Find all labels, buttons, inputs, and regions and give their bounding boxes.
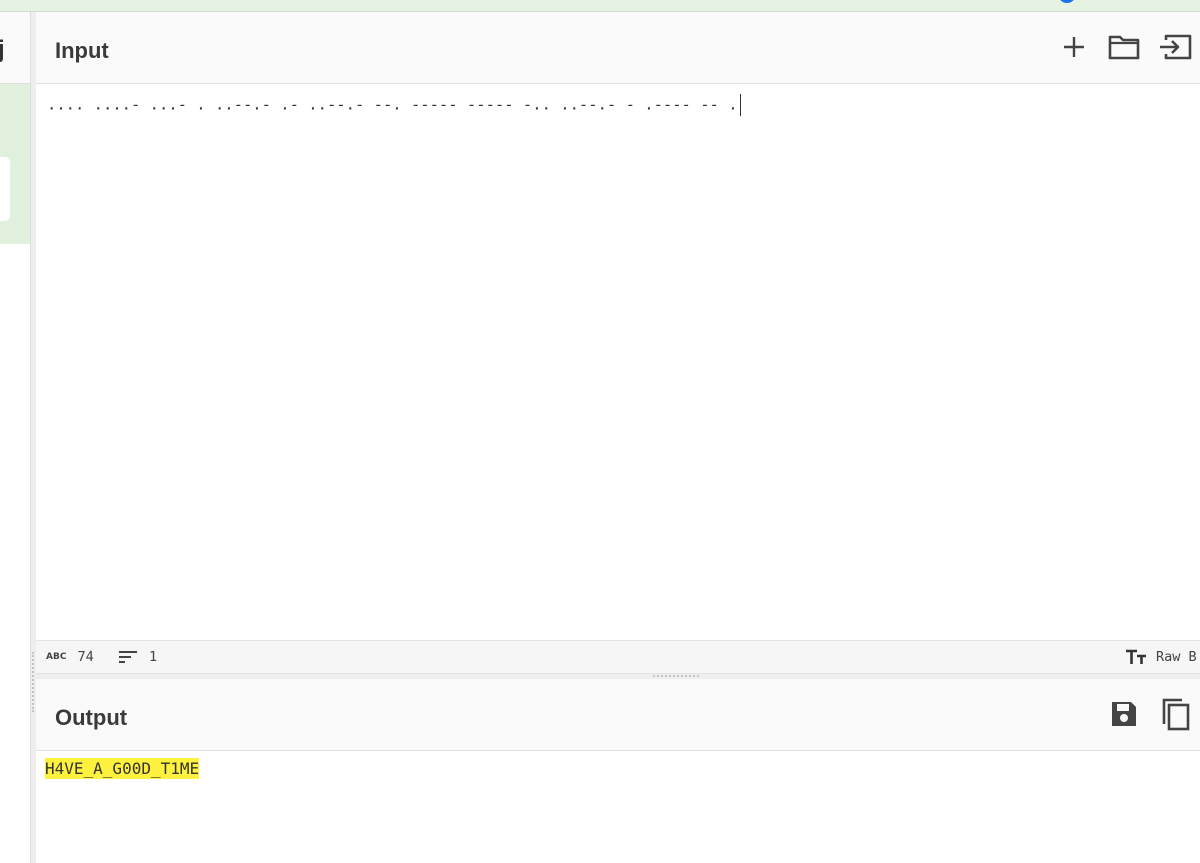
operation-card[interactable]	[0, 157, 10, 221]
abc-icon: ABC	[46, 652, 67, 662]
operations-header: j	[0, 12, 30, 84]
input-header: Input	[36, 12, 1200, 84]
format-label: Raw B	[1156, 649, 1197, 665]
input-arrow-icon	[1160, 34, 1192, 60]
copy-icon	[1162, 698, 1190, 731]
operations-panel: j	[0, 12, 30, 863]
input-title: Input	[55, 38, 109, 63]
top-banner	[0, 0, 1200, 12]
gear-icon[interactable]	[1053, 0, 1081, 8]
input-status-bar: ABC 74 1 Raw B	[36, 640, 1200, 673]
output-header: Output	[36, 679, 1200, 751]
text-caret	[739, 94, 741, 116]
lines-icon	[119, 651, 137, 663]
line-count-value: 1	[149, 649, 158, 665]
output-title: Output	[55, 705, 128, 730]
folder-icon	[1108, 35, 1140, 60]
save-icon	[1112, 702, 1136, 726]
output-pane: Output H4VE_A_G00D_T1ME	[36, 679, 1200, 863]
input-text: .... ....- ...- . ..--.- .- ..--.- --. -…	[47, 95, 738, 114]
save-output-button[interactable]	[1107, 697, 1141, 731]
load-input-button[interactable]	[1158, 30, 1192, 64]
line-count: 1	[118, 649, 157, 665]
resizer-grip[interactable]	[653, 675, 699, 678]
input-textarea[interactable]: .... ....- ...- . ..--.- .- ..--.- --. -…	[36, 84, 1200, 640]
add-input-button[interactable]	[1057, 30, 1091, 64]
char-count: ABC 74	[46, 649, 94, 665]
char-count-value: 74	[77, 649, 94, 665]
resizer-grip[interactable]	[32, 652, 35, 712]
format-toggle[interactable]: Raw B	[1125, 649, 1197, 665]
operations-title-fragment: j	[0, 36, 5, 63]
output-textarea[interactable]: H4VE_A_G00D_T1ME	[36, 751, 1200, 863]
copy-output-button[interactable]	[1158, 697, 1192, 731]
input-pane: Input .... ....- ...- . ..--.- .- ..--.-…	[36, 12, 1200, 673]
text-format-icon	[1126, 649, 1146, 664]
open-folder-button[interactable]	[1107, 30, 1141, 64]
output-text: H4VE_A_G00D_T1ME	[45, 758, 200, 779]
plus-icon	[1064, 37, 1084, 57]
